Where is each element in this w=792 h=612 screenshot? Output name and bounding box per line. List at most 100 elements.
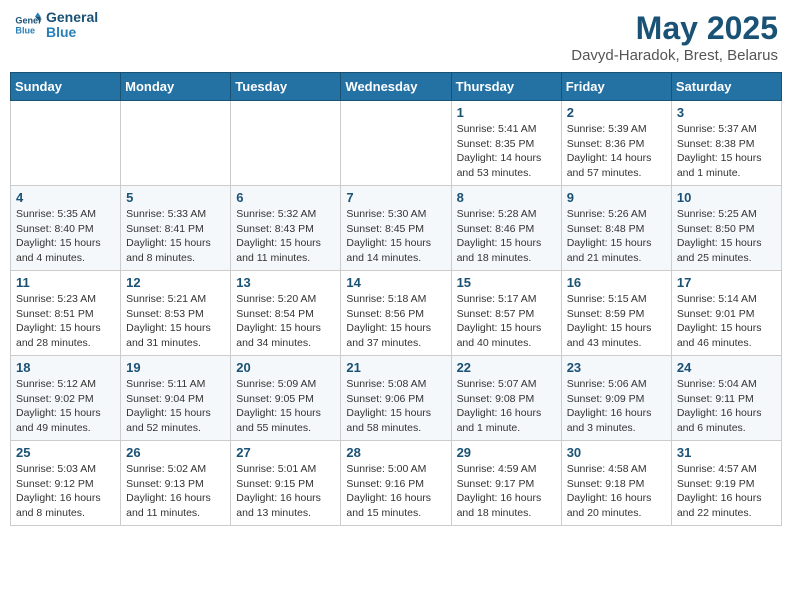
day-number: 2 [567, 105, 666, 120]
day-info: Sunrise: 5:02 AMSunset: 9:13 PMDaylight:… [126, 462, 225, 521]
location-title: Davyd-Haradok, Brest, Belarus [571, 47, 778, 64]
page-header: General Blue General Blue May 2025 Davyd… [10, 10, 782, 64]
day-cell-29: 29 Sunrise: 4:59 AMSunset: 9:17 PMDayligh… [451, 441, 561, 526]
day-info: Sunrise: 5:15 AMSunset: 8:59 PMDaylight:… [567, 292, 666, 351]
day-cell-26: 26 Sunrise: 5:02 AMSunset: 9:13 PMDayligh… [121, 441, 231, 526]
day-cell-4: 4Sunrise: 5:35 AMSunset: 8:40 PMDaylight… [11, 186, 121, 271]
day-info: Sunrise: 5:37 AMSunset: 8:38 PMDaylight:… [677, 122, 776, 181]
logo-icon: General Blue [14, 11, 42, 39]
day-info: Sunrise: 5:08 AMSunset: 9:06 PMDaylight:… [346, 377, 445, 436]
day-number: 30 [567, 445, 666, 460]
day-info: Sunrise: 5:30 AMSunset: 8:45 PMDaylight:… [346, 207, 445, 266]
day-info: Sunrise: 5:26 AMSunset: 8:48 PMDaylight:… [567, 207, 666, 266]
day-cell-5: 5 Sunrise: 5:33 AMSunset: 8:41 PMDaylight… [121, 186, 231, 271]
day-cell-15: 15 Sunrise: 5:17 AMSunset: 8:57 PMDayligh… [451, 271, 561, 356]
weekday-header-saturday: Saturday [671, 73, 781, 101]
day-cell-1: 1 Sunrise: 5:41 AMSunset: 8:35 PMDaylight… [451, 101, 561, 186]
day-number: 1 [457, 105, 556, 120]
logo: General Blue General Blue [14, 10, 98, 41]
day-cell-27: 27 Sunrise: 5:01 AMSunset: 9:15 PMDayligh… [231, 441, 341, 526]
day-info: Sunrise: 5:09 AMSunset: 9:05 PMDaylight:… [236, 377, 335, 436]
weekday-header-friday: Friday [561, 73, 671, 101]
day-cell-24: 24 Sunrise: 5:04 AMSunset: 9:11 PMDayligh… [671, 356, 781, 441]
day-cell-8: 8 Sunrise: 5:28 AMSunset: 8:46 PMDaylight… [451, 186, 561, 271]
day-number: 17 [677, 275, 776, 290]
day-number: 5 [126, 190, 225, 205]
day-number: 18 [16, 360, 115, 375]
week-row-5: 25 Sunrise: 5:03 AMSunset: 9:12 PMDayligh… [11, 441, 782, 526]
day-info: Sunrise: 5:18 AMSunset: 8:56 PMDaylight:… [346, 292, 445, 351]
day-cell-13: 13 Sunrise: 5:20 AMSunset: 8:54 PMDayligh… [231, 271, 341, 356]
day-number: 22 [457, 360, 556, 375]
day-number: 24 [677, 360, 776, 375]
week-row-2: 4Sunrise: 5:35 AMSunset: 8:40 PMDaylight… [11, 186, 782, 271]
logo-line2: Blue [46, 25, 98, 40]
day-cell-25: 25 Sunrise: 5:03 AMSunset: 9:12 PMDayligh… [11, 441, 121, 526]
day-number: 7 [346, 190, 445, 205]
day-cell-3: 3 Sunrise: 5:37 AMSunset: 8:38 PMDaylight… [671, 101, 781, 186]
day-info: Sunrise: 5:41 AMSunset: 8:35 PMDaylight:… [457, 122, 556, 181]
day-cell-7: 7 Sunrise: 5:30 AMSunset: 8:45 PMDaylight… [341, 186, 451, 271]
weekday-header-tuesday: Tuesday [231, 73, 341, 101]
day-info: Sunrise: 4:58 AMSunset: 9:18 PMDaylight:… [567, 462, 666, 521]
day-number: 16 [567, 275, 666, 290]
empty-cell [341, 101, 451, 186]
day-info: Sunrise: 5:28 AMSunset: 8:46 PMDaylight:… [457, 207, 556, 266]
day-cell-20: 20 Sunrise: 5:09 AMSunset: 9:05 PMDayligh… [231, 356, 341, 441]
day-number: 19 [126, 360, 225, 375]
week-row-4: 18 Sunrise: 5:12 AMSunset: 9:02 PMDayligh… [11, 356, 782, 441]
day-number: 20 [236, 360, 335, 375]
day-info: Sunrise: 5:17 AMSunset: 8:57 PMDaylight:… [457, 292, 556, 351]
weekday-header-wednesday: Wednesday [341, 73, 451, 101]
day-number: 9 [567, 190, 666, 205]
week-row-1: 1 Sunrise: 5:41 AMSunset: 8:35 PMDaylight… [11, 101, 782, 186]
day-info: Sunrise: 5:11 AMSunset: 9:04 PMDaylight:… [126, 377, 225, 436]
day-info: Sunrise: 5:20 AMSunset: 8:54 PMDaylight:… [236, 292, 335, 351]
empty-cell [121, 101, 231, 186]
day-info: Sunrise: 5:21 AMSunset: 8:53 PMDaylight:… [126, 292, 225, 351]
day-info: Sunrise: 5:32 AMSunset: 8:43 PMDaylight:… [236, 207, 335, 266]
day-info: Sunrise: 4:57 AMSunset: 9:19 PMDaylight:… [677, 462, 776, 521]
day-info: Sunrise: 5:06 AMSunset: 9:09 PMDaylight:… [567, 377, 666, 436]
day-cell-18: 18 Sunrise: 5:12 AMSunset: 9:02 PMDayligh… [11, 356, 121, 441]
day-info: Sunrise: 5:07 AMSunset: 9:08 PMDaylight:… [457, 377, 556, 436]
day-number: 15 [457, 275, 556, 290]
day-cell-30: 30 Sunrise: 4:58 AMSunset: 9:18 PMDayligh… [561, 441, 671, 526]
day-info: Sunrise: 5:03 AMSunset: 9:12 PMDaylight:… [16, 462, 115, 521]
day-number: 25 [16, 445, 115, 460]
weekday-header-row: SundayMondayTuesdayWednesdayThursdayFrid… [11, 73, 782, 101]
day-info: Sunrise: 5:12 AMSunset: 9:02 PMDaylight:… [16, 377, 115, 436]
weekday-header-monday: Monday [121, 73, 231, 101]
weekday-header-thursday: Thursday [451, 73, 561, 101]
empty-cell [11, 101, 121, 186]
day-number: 3 [677, 105, 776, 120]
day-info: Sunrise: 4:59 AMSunset: 9:17 PMDaylight:… [457, 462, 556, 521]
day-number: 6 [236, 190, 335, 205]
day-number: 29 [457, 445, 556, 460]
day-number: 28 [346, 445, 445, 460]
day-number: 11 [16, 275, 115, 290]
week-row-3: 11 Sunrise: 5:23 AMSunset: 8:51 PMDayligh… [11, 271, 782, 356]
day-cell-12: 12Sunrise: 5:21 AMSunset: 8:53 PMDayligh… [121, 271, 231, 356]
day-number: 14 [346, 275, 445, 290]
day-number: 27 [236, 445, 335, 460]
day-info: Sunrise: 5:33 AMSunset: 8:41 PMDaylight:… [126, 207, 225, 266]
day-info: Sunrise: 5:04 AMSunset: 9:11 PMDaylight:… [677, 377, 776, 436]
day-cell-23: 23Sunrise: 5:06 AMSunset: 9:09 PMDayligh… [561, 356, 671, 441]
day-number: 31 [677, 445, 776, 460]
day-number: 26 [126, 445, 225, 460]
calendar: SundayMondayTuesdayWednesdayThursdayFrid… [10, 72, 782, 526]
day-info: Sunrise: 5:00 AMSunset: 9:16 PMDaylight:… [346, 462, 445, 521]
day-number: 8 [457, 190, 556, 205]
day-info: Sunrise: 5:01 AMSunset: 9:15 PMDaylight:… [236, 462, 335, 521]
day-info: Sunrise: 5:25 AMSunset: 8:50 PMDaylight:… [677, 207, 776, 266]
day-cell-22: 22 Sunrise: 5:07 AMSunset: 9:08 PMDayligh… [451, 356, 561, 441]
day-number: 13 [236, 275, 335, 290]
day-info: Sunrise: 5:23 AMSunset: 8:51 PMDaylight:… [16, 292, 115, 351]
day-cell-17: 17Sunrise: 5:14 AMSunset: 9:01 PMDayligh… [671, 271, 781, 356]
day-cell-28: 28 Sunrise: 5:00 AMSunset: 9:16 PMDayligh… [341, 441, 451, 526]
day-cell-31: 31 Sunrise: 4:57 AMSunset: 9:19 PMDayligh… [671, 441, 781, 526]
day-number: 4 [16, 190, 115, 205]
day-number: 21 [346, 360, 445, 375]
day-cell-14: 14 Sunrise: 5:18 AMSunset: 8:56 PMDayligh… [341, 271, 451, 356]
